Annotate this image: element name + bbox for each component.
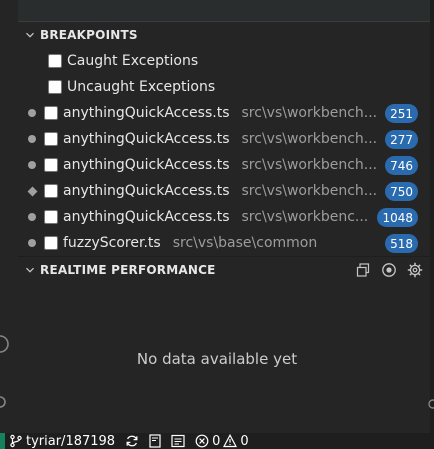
breakpoint-dot-icon [20,161,44,169]
breakpoint-item[interactable]: fuzzyScorer.ts src\vs\base\common 518 [18,230,434,256]
breakpoints-title: BREAKPOINTS [40,28,138,42]
sync-button[interactable] [125,434,139,448]
breakpoint-checkbox[interactable] [44,158,58,172]
source-control-branch[interactable]: tyriar/187198 [9,434,115,449]
breakpoints-header[interactable]: BREAKPOINTS [18,22,434,48]
right-edge [428,0,434,433]
breakpoint-file: anythingQuickAccess.ts [63,157,230,173]
gear-icon[interactable] [406,261,424,279]
breakpoint-path: src\vs\workbenc... [241,209,369,225]
caught-exceptions-checkbox[interactable] [48,54,62,68]
breakpoint-item[interactable]: anythingQuickAccess.ts src\vs\workbench.… [18,152,434,178]
line-number-badge: 251 [385,104,418,123]
output-button[interactable] [171,434,185,448]
debug-console-icon [149,434,161,448]
breakpoint-checkbox[interactable] [44,210,58,224]
error-icon [195,434,209,448]
breakpoint-item[interactable]: anythingQuickAccess.ts src\vs\workbenc..… [18,204,434,230]
output-icon [171,434,185,448]
exception-label: Uncaught Exceptions [67,79,216,95]
breakpoint-file: anythingQuickAccess.ts [63,183,230,199]
breakpoint-item[interactable]: anythingQuickAccess.ts src\vs\workbench.… [18,100,434,126]
line-number-badge: 750 [385,182,418,201]
breakpoint-dot-icon [20,135,44,143]
warning-count: 0 [240,433,249,449]
manage-gear-icon[interactable] [0,392,10,412]
warning-icon [223,434,238,448]
previous-section-strip [18,0,434,22]
sync-icon [125,434,139,448]
breakpoint-file: fuzzyScorer.ts [63,235,161,251]
line-number-badge: 746 [385,156,418,175]
breakpoint-path: src\vs\base\common [172,235,318,251]
performance-empty-message: No data available yet [136,350,298,368]
exception-label: Caught Exceptions [67,53,199,69]
line-number-badge: 1048 [377,208,418,227]
caught-exceptions-item[interactable]: Caught Exceptions [18,48,434,74]
copy-icon[interactable] [354,261,372,279]
breakpoint-path: src\vs\workbench... [241,183,378,199]
uncaught-exceptions-item[interactable]: Uncaught Exceptions [18,74,434,100]
logpoint-diamond-icon [20,186,44,196]
uncaught-exceptions-checkbox[interactable] [48,80,62,94]
breakpoint-dot-icon [20,109,44,117]
breakpoint-file: anythingQuickAccess.ts [63,105,230,121]
record-icon[interactable] [380,261,398,279]
realtime-performance-header[interactable]: REALTIME PERFORMANCE [18,256,434,282]
breakpoint-checkbox[interactable] [44,106,58,120]
breakpoint-checkbox[interactable] [44,236,58,250]
remote-indicator[interactable] [0,433,5,449]
error-count: 0 [212,433,221,449]
chevron-down-icon [22,27,38,43]
realtime-performance-title: REALTIME PERFORMANCE [40,262,216,277]
breakpoint-file: anythingQuickAccess.ts [63,209,230,225]
chevron-down-icon [22,262,38,278]
settings-gear-icon[interactable] [426,396,434,410]
breakpoint-dot-icon [20,239,44,247]
breakpoint-path: src\vs\workbench... [241,131,378,147]
debug-sidebar: BREAKPOINTS Caught Exceptions Uncaught E… [18,0,434,433]
line-number-badge: 518 [385,234,418,253]
status-bar: tyriar/187198 0 0 [0,433,434,449]
breakpoint-file: anythingQuickAccess.ts [63,131,230,147]
problems-button[interactable]: 0 0 [195,434,249,449]
performance-actions [354,261,424,279]
breakpoint-checkbox[interactable] [44,184,58,198]
breakpoint-checkbox[interactable] [44,132,58,146]
git-branch-icon [9,434,23,448]
breakpoint-path: src\vs\workbench... [241,157,378,173]
breakpoint-path: src\vs\workbench... [241,105,378,121]
breakpoint-item[interactable]: anythingQuickAccess.ts src\vs\workbench.… [18,178,434,204]
line-number-badge: 277 [385,130,418,149]
debug-target-button[interactable] [149,434,161,448]
branch-name: tyriar/187198 [26,433,116,449]
breakpoint-dot-icon [20,213,44,221]
activity-bar [0,0,18,433]
breakpoint-item[interactable]: anythingQuickAccess.ts src\vs\workbench.… [18,126,434,152]
